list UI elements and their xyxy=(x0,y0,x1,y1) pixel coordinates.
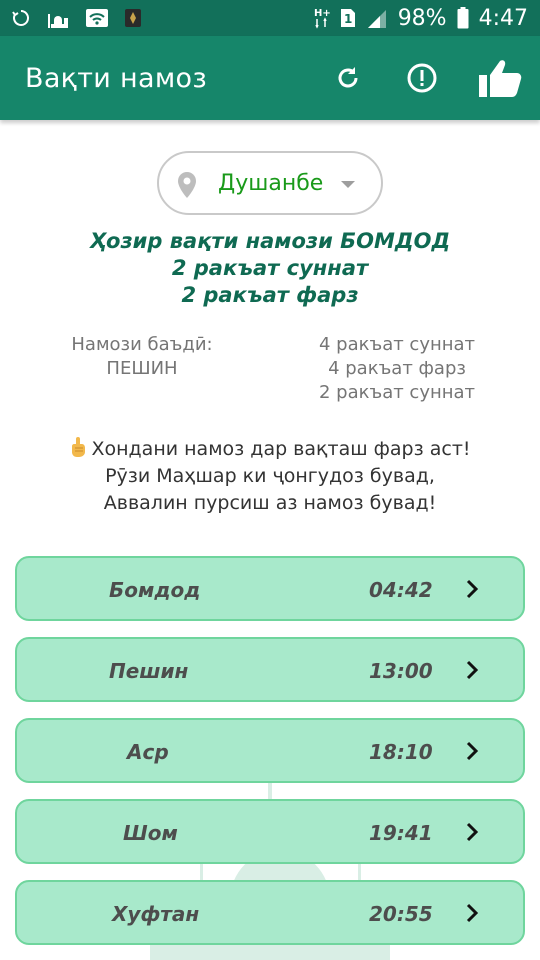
prayer-row-khuftan[interactable]: Хуфтан 20:55 xyxy=(15,880,525,945)
current-rakat-sunnat: 2 ракъат суннат xyxy=(171,256,369,280)
next-prayer-rakats: 4 ракъат суннат 4 ракъат фарз 2 ракъат с… xyxy=(297,333,497,405)
next-rakat-1: 4 ракъат суннат xyxy=(318,334,476,355)
caret-down-icon xyxy=(341,181,355,188)
next-prayer-label-block: Намози баъдӣ: ПЕШИН xyxy=(42,333,242,381)
prayer-time: 13:00 xyxy=(369,659,433,683)
exclamation-circle-icon xyxy=(407,63,437,93)
chevron-right-icon xyxy=(466,660,479,680)
status-bar: H+ 1 98% 4:47 xyxy=(0,0,540,36)
info-button[interactable] xyxy=(404,60,440,96)
quote-block: Хондани намоз дар вақташ фарз аст! Рӯзи … xyxy=(0,436,540,517)
prayer-time: 20:55 xyxy=(369,902,433,926)
prayer-row-peshin[interactable]: Пешин 13:00 xyxy=(15,637,525,702)
chevron-right-icon xyxy=(466,822,479,842)
prayer-row-shom[interactable]: Шом 19:41 xyxy=(15,799,525,864)
prayer-name: Аср xyxy=(127,740,169,764)
next-prayer-name: ПЕШИН xyxy=(106,358,178,379)
next-prayer-label: Намози баъдӣ: xyxy=(71,334,213,355)
network-hplus-icon: H+ xyxy=(314,7,330,29)
prayer-time: 04:42 xyxy=(369,578,433,602)
chevron-right-icon xyxy=(466,579,479,599)
mosque-notification-icon xyxy=(46,8,70,28)
wifi-icon xyxy=(86,9,108,27)
refresh-icon xyxy=(338,67,358,88)
svg-text:H+: H+ xyxy=(314,8,330,19)
sync-icon xyxy=(12,9,30,27)
next-rakat-2: 4 ракъат фарз xyxy=(328,358,466,379)
prayer-row-bomdod[interactable]: Бомдод 04:42 xyxy=(15,556,525,621)
current-rakat-farz: 2 ракъат фарз xyxy=(181,283,359,307)
pointing-up-finger-icon xyxy=(72,437,86,457)
sim-icon: 1 xyxy=(340,8,356,28)
prayer-name: Хуфтан xyxy=(112,902,200,926)
city-dropdown[interactable]: Душанбе xyxy=(157,151,383,215)
thumbs-up-icon xyxy=(479,60,522,97)
location-pin-icon xyxy=(177,171,197,204)
current-prayer-title: Ҳозир вақти намози БОМДОД xyxy=(89,229,451,253)
prayer-time: 18:10 xyxy=(369,740,433,764)
like-button[interactable] xyxy=(478,56,522,100)
clock-time: 4:47 xyxy=(478,5,528,31)
prayer-row-asr[interactable]: Аср 18:10 xyxy=(15,718,525,783)
quote-line-1: Хондани намоз дар вақташ фарз аст! xyxy=(91,438,471,460)
prayer-name: Шом xyxy=(123,821,178,845)
battery-percent: 98% xyxy=(397,5,447,31)
chevron-right-icon xyxy=(466,741,479,761)
prayer-time: 19:41 xyxy=(369,821,433,845)
signal-icon xyxy=(366,8,388,28)
current-prayer-info: Ҳозир вақти намози БОМДОД 2 ракъат сунна… xyxy=(0,228,540,309)
app-bar: Вақти намоз xyxy=(0,36,540,120)
chevron-right-icon xyxy=(466,903,479,923)
city-name: Душанбе xyxy=(218,171,324,196)
app-title: Вақти намоз xyxy=(25,62,207,94)
content-area: Душанбе Ҳозир вақти намози БОМДОД 2 ракъ… xyxy=(0,120,540,960)
next-rakat-3: 2 ракъат суннат xyxy=(318,382,476,403)
prayer-name: Бомдод xyxy=(109,578,201,602)
app-notification-icon xyxy=(124,8,142,28)
quote-line-2: Рӯзи Маҳшар ки ҷонгудоз бувад, xyxy=(105,465,435,487)
refresh-button[interactable] xyxy=(330,60,366,96)
prayer-name: Пешин xyxy=(109,659,189,683)
quote-line-3: Аввалин пурсиш аз намоз бувад! xyxy=(103,492,437,514)
svg-text:1: 1 xyxy=(344,12,352,26)
battery-icon xyxy=(457,7,469,29)
